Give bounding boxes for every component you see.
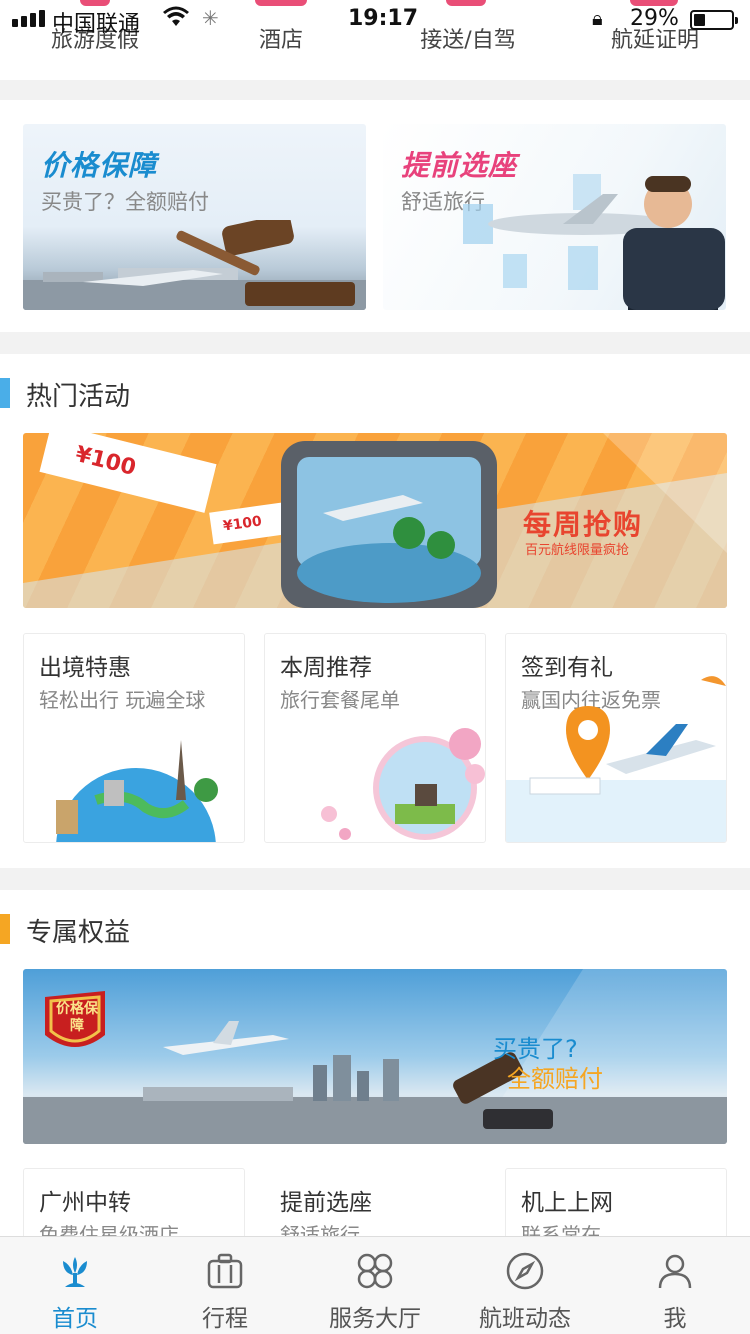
tab-flight-status[interactable]: 航班动态 xyxy=(450,1237,600,1334)
banner-line2: 全额赔付 xyxy=(507,1065,603,1093)
airport-city-illustration xyxy=(23,969,727,1144)
seat-selection-card[interactable]: 提前选座 舒适旅行 xyxy=(383,124,726,310)
signal-icon xyxy=(12,10,45,27)
globe-landmarks-icon xyxy=(56,740,218,842)
section-accent-bar xyxy=(0,378,10,408)
banner-title: 每周抢购 xyxy=(523,508,644,541)
tab-me[interactable]: 我 xyxy=(600,1237,750,1334)
tab-service-hall[interactable]: 服务大厅 xyxy=(300,1237,450,1334)
tile-title: 本周推荐 xyxy=(280,655,372,681)
tile-title: 出境特惠 xyxy=(39,655,131,681)
tab-label: 我 xyxy=(663,1306,687,1332)
tile-weekly-picks[interactable]: 本周推荐 旅行套餐尾单 xyxy=(264,633,486,843)
price-guarantee-banner[interactable]: 价格保障 买贵了? 全额赔付 xyxy=(23,969,727,1144)
weekly-deal-banner[interactable]: ¥100 ¥100 每周抢购 百元航线限量疯抢 xyxy=(23,433,727,608)
airport-gavel-illustration xyxy=(23,220,366,310)
location-pin-plane-icon xyxy=(506,676,726,842)
businessman-airplane-illustration xyxy=(463,174,725,310)
wifi-icon xyxy=(162,6,190,34)
home-logo-icon xyxy=(63,1257,87,1287)
price-guarantee-badge: 价格保障 xyxy=(56,1001,98,1034)
tile-outbound-deals[interactable]: 出境特惠 轻松出行 玩遍全球 xyxy=(23,633,245,843)
carrier-name: 中国联通 xyxy=(52,12,141,37)
rotation-lock-icon: 🔒︎ xyxy=(592,6,603,30)
loading-spinner-icon: ✳ xyxy=(202,6,219,30)
tile-checkin-rewards[interactable]: 签到有礼 赢国内往返免票 xyxy=(505,633,727,843)
promo-section: 价格保障 买贵了？全额赔付 提前选座 舒适旅行 xyxy=(0,100,750,332)
tab-label: 航班动态 xyxy=(479,1306,571,1332)
tab-home[interactable]: 首页 xyxy=(0,1237,150,1334)
tab-label: 首页 xyxy=(52,1306,98,1332)
banner-subtitle: 百元航线限量疯抢 xyxy=(525,543,630,558)
tile-title: 广州中转 xyxy=(39,1190,131,1216)
compass-icon xyxy=(506,1252,544,1290)
clock: 19:17 xyxy=(348,6,419,31)
promo-subtitle: 买贵了？全额赔付 xyxy=(41,190,209,214)
tile-title: 机上上网 xyxy=(521,1190,613,1216)
battery-percent: 29% xyxy=(630,6,679,31)
section-title: 热门活动 xyxy=(26,382,131,412)
hot-activities-section: 热门活动 ¥100 ¥100 每周抢购 百元航线限量疯抢 出境特惠 轻松出行 玩… xyxy=(0,354,750,868)
promo-title: 价格保障 xyxy=(41,149,158,182)
section-title: 专属权益 xyxy=(26,918,131,948)
tab-itinerary[interactable]: 行程 xyxy=(150,1237,300,1334)
tab-bar: 首页 行程 服务大厅 航班动态 我 xyxy=(0,1236,750,1334)
exclusive-benefits-section: 专属权益 价格保障 买贵了? 全额赔付 广州中转 免费住星级酒店 提前选座 舒适… xyxy=(0,890,750,1248)
tile-title: 提前选座 xyxy=(280,1190,372,1216)
cherry-blossom-icon xyxy=(321,728,485,840)
tile-subtitle: 轻松出行 玩遍全球 xyxy=(39,688,206,712)
section-accent-bar xyxy=(0,914,10,944)
tab-label: 服务大厅 xyxy=(329,1306,421,1332)
tab-label: 行程 xyxy=(202,1306,248,1332)
grid-petals-icon xyxy=(357,1253,393,1289)
page: 旅游度假 酒店 接送/自驾 航延证明 中国联通 ✳ 19:17 🔒︎ 29% 价… xyxy=(0,0,750,1334)
price-guarantee-card[interactable]: 价格保障 买贵了？全额赔付 xyxy=(23,124,366,310)
luggage-icon xyxy=(207,1253,243,1289)
user-icon xyxy=(658,1254,692,1289)
status-bar: 中国联通 ✳ 19:17 🔒︎ 29% xyxy=(0,0,750,40)
battery-icon xyxy=(690,10,738,30)
